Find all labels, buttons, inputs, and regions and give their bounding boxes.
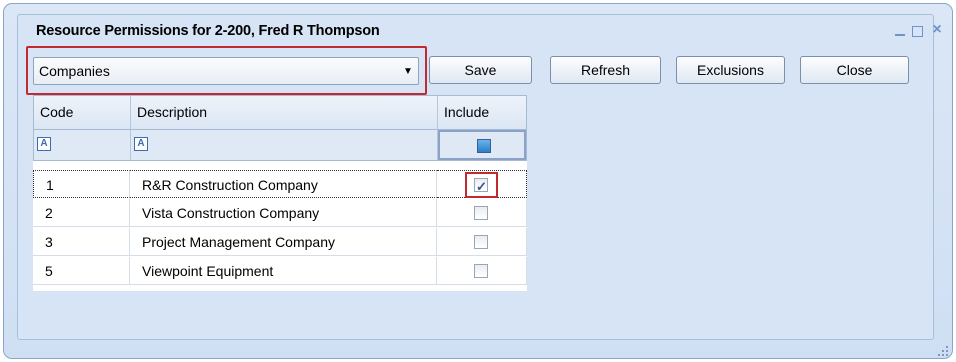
exclusions-button[interactable]: Exclusions: [676, 56, 785, 84]
save-button[interactable]: Save: [429, 56, 532, 84]
cell-code: 2: [33, 199, 130, 227]
maximize-icon[interactable]: [912, 26, 923, 37]
window-title: Resource Permissions for 2-200, Fred R T…: [36, 23, 380, 39]
table-row[interactable]: 1 R&R Construction Company: [33, 170, 527, 201]
filter-cell-code[interactable]: A: [34, 130, 131, 160]
close-button[interactable]: Close: [800, 56, 909, 84]
filter-row: A A: [33, 130, 527, 161]
cell-description: Vista Construction Company: [130, 199, 437, 227]
table-row[interactable]: 2 Vista Construction Company: [33, 199, 527, 227]
cell-description: Viewpoint Equipment: [130, 257, 437, 285]
chevron-down-icon[interactable]: ▼: [398, 66, 418, 77]
combo-value: Companies: [39, 63, 110, 79]
cell-include: [437, 170, 527, 201]
minimize-icon[interactable]: [895, 25, 905, 36]
include-checkbox[interactable]: [474, 173, 488, 201]
cell-include: [437, 257, 527, 285]
refresh-button[interactable]: Refresh: [550, 56, 661, 84]
resize-grip-icon[interactable]: [938, 346, 948, 356]
table-row[interactable]: 3 Project Management Company: [33, 228, 527, 256]
checkbox-filter-icon[interactable]: [477, 139, 491, 153]
resource-type-combo[interactable]: Companies ▼: [33, 57, 419, 85]
include-checkbox[interactable]: [474, 206, 488, 220]
cell-description: R&R Construction Company: [130, 170, 437, 198]
filter-cell-include[interactable]: [438, 130, 526, 160]
cell-code: 1: [33, 170, 130, 198]
grid-header: Code Description Include: [33, 95, 527, 130]
cell-description: Project Management Company: [130, 228, 437, 256]
filter-cell-description[interactable]: A: [131, 130, 438, 160]
cell-include: [437, 199, 527, 227]
text-filter-icon[interactable]: A: [134, 137, 148, 151]
cell-code: 5: [33, 257, 130, 285]
close-icon[interactable]: ×: [930, 22, 944, 38]
column-header-code[interactable]: Code: [34, 96, 131, 129]
table-row[interactable]: 5 Viewpoint Equipment: [33, 257, 527, 285]
cell-code: 3: [33, 228, 130, 256]
window-controls: ×: [895, 22, 944, 38]
include-checkbox[interactable]: [474, 235, 488, 249]
column-header-include[interactable]: Include: [438, 96, 526, 129]
cell-include: [437, 228, 527, 256]
include-checkbox[interactable]: [474, 264, 488, 278]
text-filter-icon[interactable]: A: [37, 137, 51, 151]
column-header-description[interactable]: Description: [131, 96, 438, 129]
